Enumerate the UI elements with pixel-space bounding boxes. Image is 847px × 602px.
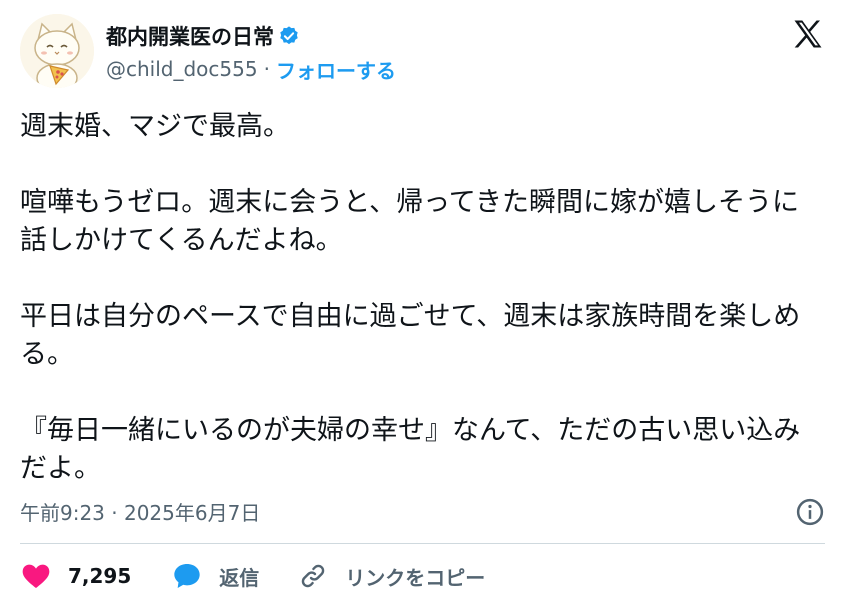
author-display-name[interactable]: 都内開業医の日常: [106, 21, 274, 51]
tweet-timestamp[interactable]: 午前9:23 · 2025年6月7日: [20, 501, 260, 525]
like-count: 7,295: [68, 564, 132, 588]
handle-row: @child_doc555 · フォローする: [106, 54, 396, 84]
name-row: 都内開業医の日常: [106, 22, 396, 50]
author-identity: 都内開業医の日常 @child_doc555 · フォローする: [106, 22, 396, 84]
tweet-header: 都内開業医の日常 @child_doc555 · フォローする: [20, 14, 830, 90]
like-button[interactable]: 7,295: [20, 556, 131, 596]
tweet-paragraph: 週末婚、マジで最高。: [20, 111, 290, 142]
copy-link-label: リンクをコピー: [345, 565, 486, 590]
reply-label: 返信: [219, 565, 260, 590]
heart-icon: [20, 560, 52, 592]
follow-button[interactable]: フォローする: [276, 55, 396, 84]
author-handle[interactable]: @child_doc555: [106, 57, 258, 81]
info-icon[interactable]: [795, 497, 825, 527]
x-logo-icon[interactable]: [790, 16, 826, 52]
tweet-meta: 午前9:23 · 2025年6月7日: [20, 497, 825, 529]
tweet-embed-card: 都内開業医の日常 @child_doc555 · フォローする 週末婚、マジで最…: [0, 0, 847, 602]
avatar[interactable]: [20, 14, 94, 88]
action-bar: 7,295 返信 リンクをコピー: [20, 556, 485, 596]
tweet-paragraph: 喧嘩もうゼロ。週末に会うと、帰ってきた瞬間に嫁が嬉しそうに話しかけてくるんだよね…: [20, 187, 799, 256]
verified-badge-icon: [278, 25, 300, 47]
divider: [20, 543, 825, 544]
cat-avatar-illustration: [20, 14, 94, 88]
separator-dot: ·: [263, 57, 270, 81]
copy-link-button[interactable]: リンクをコピー: [297, 556, 485, 596]
tweet-paragraph: 平日は自分のペースで自由に過ごせて、週末は家族時間を楽しめる。: [20, 301, 801, 370]
tweet-body: 週末婚、マジで最高。 喧嘩もうゼロ。週末に会うと、帰ってきた瞬間に嫁が嬉しそうに…: [20, 108, 820, 488]
tweet-paragraph: 『毎日一緒にいるのが夫婦の幸せ』なんて、ただの古い思い込みだよ。: [20, 415, 801, 484]
link-icon: [297, 560, 329, 592]
speech-bubble-icon: [171, 560, 203, 592]
reply-button[interactable]: 返信: [171, 556, 259, 596]
